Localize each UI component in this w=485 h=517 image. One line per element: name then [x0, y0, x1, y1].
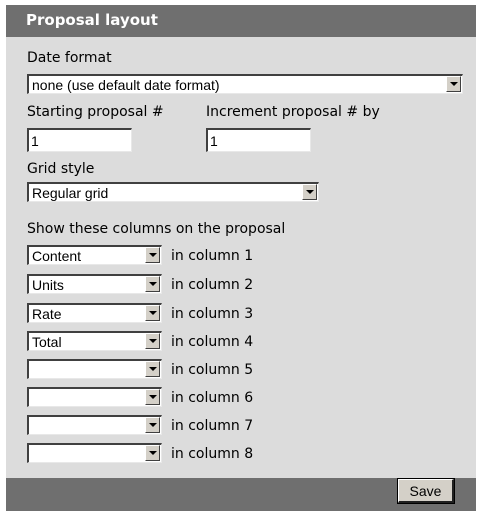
column-4-value: Total	[32, 334, 62, 350]
column-7-label: in column 7	[171, 418, 254, 434]
column-3-label: in column 3	[171, 306, 254, 322]
panel-title: Proposal layout	[26, 11, 158, 29]
column-6-select[interactable]	[27, 387, 162, 407]
column-3-value: Rate	[32, 306, 62, 322]
date-format-value: none (use default date format)	[32, 77, 220, 93]
column-8-label: in column 8	[171, 446, 254, 462]
column-2-select[interactable]: Units	[27, 274, 162, 294]
chevron-down-icon[interactable]	[145, 333, 160, 349]
column-1-value: Content	[32, 248, 82, 264]
column-3-select[interactable]: Rate	[27, 303, 162, 323]
increment-proposal-label: Increment proposal # by	[206, 104, 380, 120]
column-2-value: Units	[32, 277, 64, 293]
save-button[interactable]: Save	[397, 478, 455, 504]
chevron-down-icon[interactable]	[145, 247, 160, 263]
chevron-down-icon[interactable]	[145, 305, 160, 321]
column-6-label: in column 6	[171, 390, 254, 406]
chevron-down-icon[interactable]	[145, 276, 160, 292]
grid-style-label: Grid style	[27, 161, 95, 177]
proposal-layout-panel: Proposal layout Date format none (use de…	[6, 5, 476, 511]
column-8-select[interactable]	[27, 443, 162, 463]
chevron-down-icon[interactable]	[145, 389, 160, 405]
column-7-select[interactable]	[27, 415, 162, 435]
grid-style-value: Regular grid	[32, 185, 109, 201]
date-format-select[interactable]: none (use default date format)	[27, 74, 463, 94]
starting-proposal-label: Starting proposal #	[27, 104, 164, 120]
column-4-select[interactable]: Total	[27, 331, 162, 351]
column-1-select[interactable]: Content	[27, 245, 162, 265]
chevron-down-icon[interactable]	[145, 445, 160, 461]
panel-header: Proposal layout	[6, 5, 476, 37]
columns-label: Show these columns on the proposal	[27, 221, 286, 237]
chevron-down-icon[interactable]	[446, 76, 461, 92]
date-format-label: Date format	[27, 50, 112, 66]
column-1-label: in column 1	[171, 248, 254, 264]
grid-style-select[interactable]: Regular grid	[27, 182, 319, 202]
column-2-label: in column 2	[171, 277, 254, 293]
starting-proposal-input[interactable]	[27, 128, 132, 152]
column-5-label: in column 5	[171, 362, 254, 378]
chevron-down-icon[interactable]	[145, 361, 160, 377]
column-4-label: in column 4	[171, 334, 254, 350]
column-5-select[interactable]	[27, 359, 162, 379]
increment-proposal-input[interactable]	[206, 128, 311, 152]
chevron-down-icon[interactable]	[145, 417, 160, 433]
chevron-down-icon[interactable]	[302, 184, 317, 200]
